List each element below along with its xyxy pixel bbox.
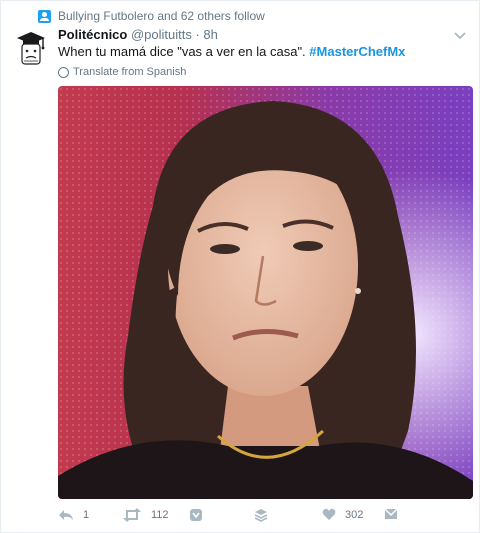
message-icon — [384, 508, 398, 519]
moment-icon — [190, 509, 202, 521]
moment-button[interactable] — [189, 508, 203, 522]
stack-button[interactable] — [254, 508, 268, 522]
avatar[interactable] — [11, 28, 51, 68]
layers-icon — [254, 509, 268, 522]
message-button[interactable] — [384, 508, 398, 520]
translate-link[interactable]: Translate from Spanish — [58, 66, 186, 78]
retweet-button[interactable]: 112 — [122, 508, 169, 522]
retweet-icon — [123, 508, 141, 522]
tweet-header: Politécnico @polituitts · 8h — [58, 27, 218, 42]
social-context: Bullying Futbolero and 62 others follow — [38, 9, 265, 23]
tweet-actions: 1 112 302 — [58, 508, 468, 528]
tweet-text-body: When tu mamá dice "vas a ver en la casa"… — [58, 44, 310, 59]
hashtag-link[interactable]: #MasterChefMx — [309, 44, 405, 59]
like-button[interactable]: 302 — [322, 508, 363, 521]
author-handle-time[interactable]: @polituitts · 8h — [131, 27, 218, 42]
reply-count: 1 — [83, 509, 90, 521]
retweet-count: 112 — [151, 509, 169, 521]
globe-icon — [58, 66, 69, 78]
reply-icon — [59, 510, 73, 520]
tweet-photo[interactable] — [58, 86, 473, 499]
chevron-down-icon[interactable] — [453, 31, 467, 41]
author-name[interactable]: Politécnico — [58, 27, 127, 42]
tweet-card[interactable]: Bullying Futbolero and 62 others follow … — [0, 0, 480, 533]
like-count: 302 — [345, 508, 364, 521]
reply-button[interactable]: 1 — [58, 508, 89, 522]
person-icon — [38, 9, 51, 23]
translate-label: Translate from Spanish — [73, 66, 187, 78]
social-context-text: Bullying Futbolero and 62 others follow — [58, 9, 265, 23]
tweet-text: When tu mamá dice "vas a ver en la casa"… — [58, 44, 405, 59]
heart-icon — [322, 508, 336, 520]
